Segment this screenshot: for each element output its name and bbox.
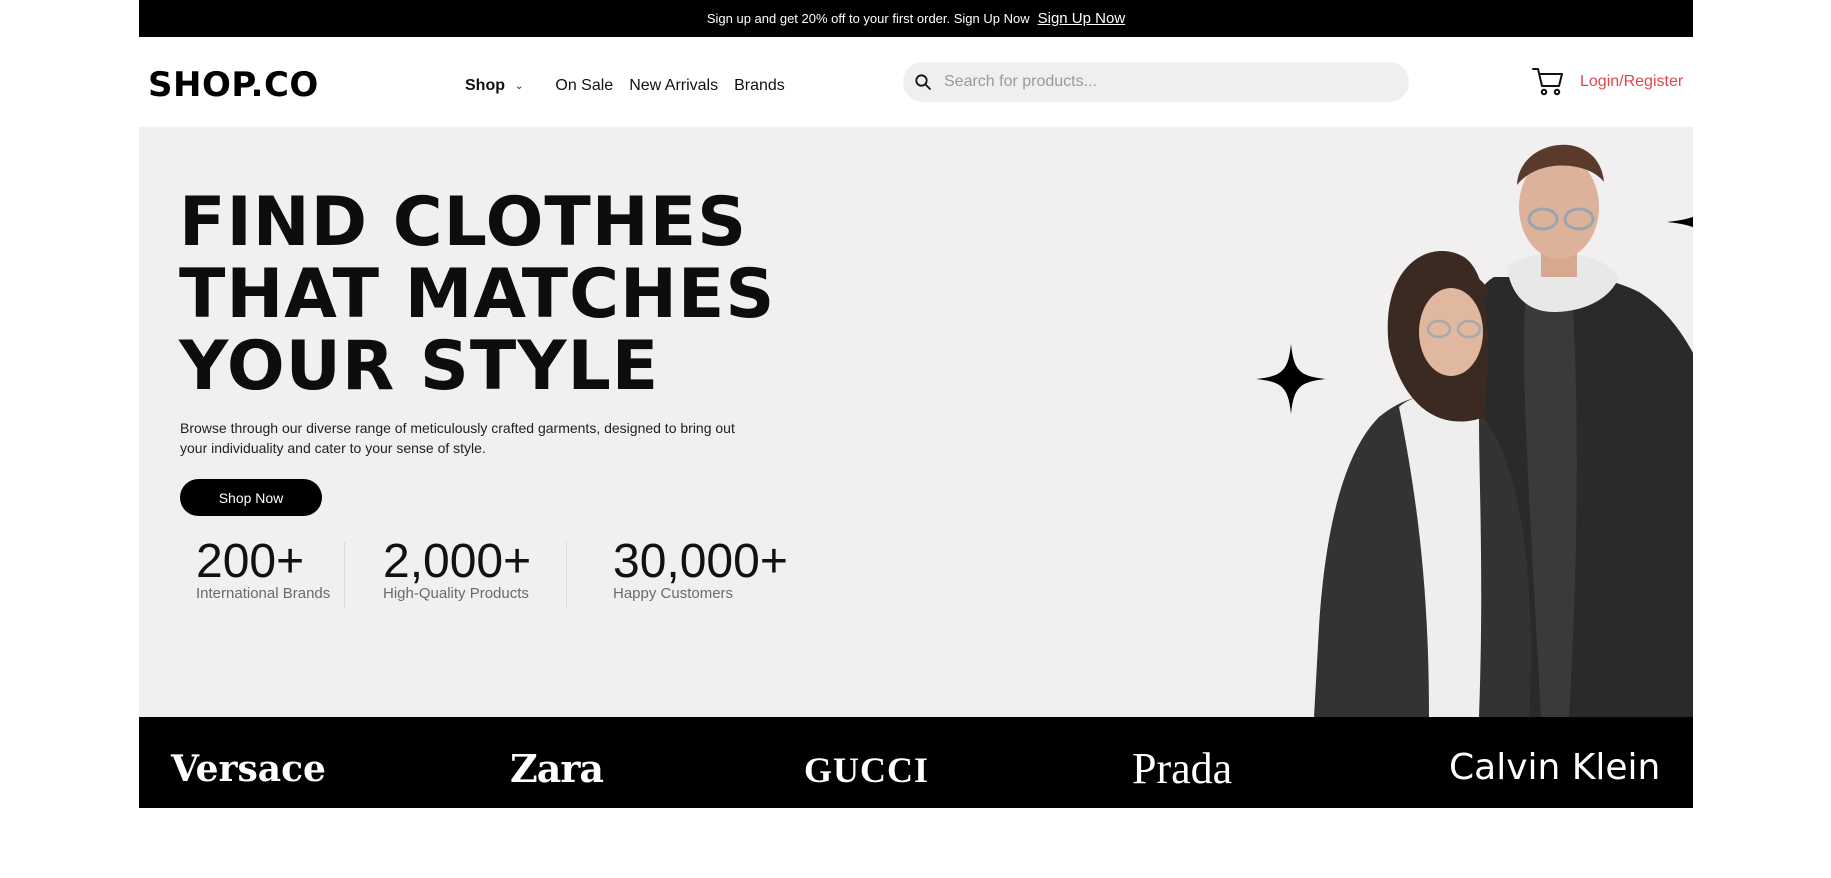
hero-stats: 200+ International Brands 2,000+ High-Qu… [196, 537, 796, 608]
page: Sign up and get 20% off to your first or… [139, 0, 1693, 808]
brand-logo-prada[interactable]: Prada [1132, 743, 1232, 794]
nav-new-arrivals[interactable]: New Arrivals [629, 77, 718, 95]
brand-logo-calvin-klein[interactable]: Calvin Klein [1449, 747, 1660, 788]
nav-shop[interactable]: Shop ⌄ [465, 77, 523, 95]
stat-value: 30,000+ [613, 535, 788, 588]
hero-headline-line: THAT MATCHES [179, 255, 776, 334]
hero-headline-line: FIND CLOTHES [179, 183, 748, 262]
stat-customers: 30,000+ Happy Customers [567, 537, 796, 608]
announcement-text: Sign up and get 20% off to your first or… [706, 11, 1030, 26]
login-register-link[interactable]: Login/Register [1580, 73, 1683, 91]
hero-description-line: Browse through our diverse range of meti… [180, 420, 735, 436]
search-input[interactable] [942, 72, 1386, 92]
brand-strip: Versace Zara GUCCI Prada Calvin Klein [139, 717, 1693, 808]
chevron-down-icon: ⌄ [515, 80, 524, 92]
shop-now-button[interactable]: Shop Now [180, 479, 322, 516]
hero-headline-line: YOUR STYLE [179, 327, 660, 406]
hero-headline: FIND CLOTHES THAT MATCHES YOUR STYLE [179, 187, 775, 403]
stat-brands: 200+ International Brands [196, 537, 344, 608]
hero-description: Browse through our diverse range of meti… [180, 418, 770, 458]
logo[interactable]: SHOP.CO [148, 65, 319, 105]
nav-on-sale[interactable]: On Sale [555, 77, 613, 95]
search-bar[interactable] [903, 62, 1409, 102]
announcement-signup-link[interactable]: Sign Up Now [1038, 10, 1126, 27]
brand-logo-gucci[interactable]: GUCCI [804, 749, 929, 791]
search-icon [915, 74, 931, 90]
nav-shop-label: Shop [465, 77, 505, 94]
stat-value: 2,000+ [383, 535, 532, 588]
stat-value: 200+ [196, 535, 305, 588]
stat-label: High-Quality Products [383, 585, 529, 602]
brand-logo-zara[interactable]: Zara [510, 746, 604, 791]
hero-model-photo [1314, 144, 1693, 717]
stat-label: International Brands [196, 585, 331, 602]
hero-section: FIND CLOTHES THAT MATCHES YOUR STYLE Bro… [139, 127, 1693, 717]
cart-icon[interactable] [1531, 64, 1565, 98]
hero-description-line: your individuality and cater to your sen… [180, 440, 486, 456]
brand-logo-versace[interactable]: Versace [171, 748, 326, 790]
site-header: SHOP.CO Shop ⌄ On Sale New Arrivals Bran… [139, 37, 1693, 128]
nav-brands[interactable]: Brands [734, 77, 785, 95]
main-nav: Shop ⌄ On Sale New Arrivals Brands [465, 77, 801, 95]
stat-products: 2,000+ High-Quality Products [345, 537, 566, 608]
announcement-bar: Sign up and get 20% off to your first or… [139, 0, 1693, 37]
